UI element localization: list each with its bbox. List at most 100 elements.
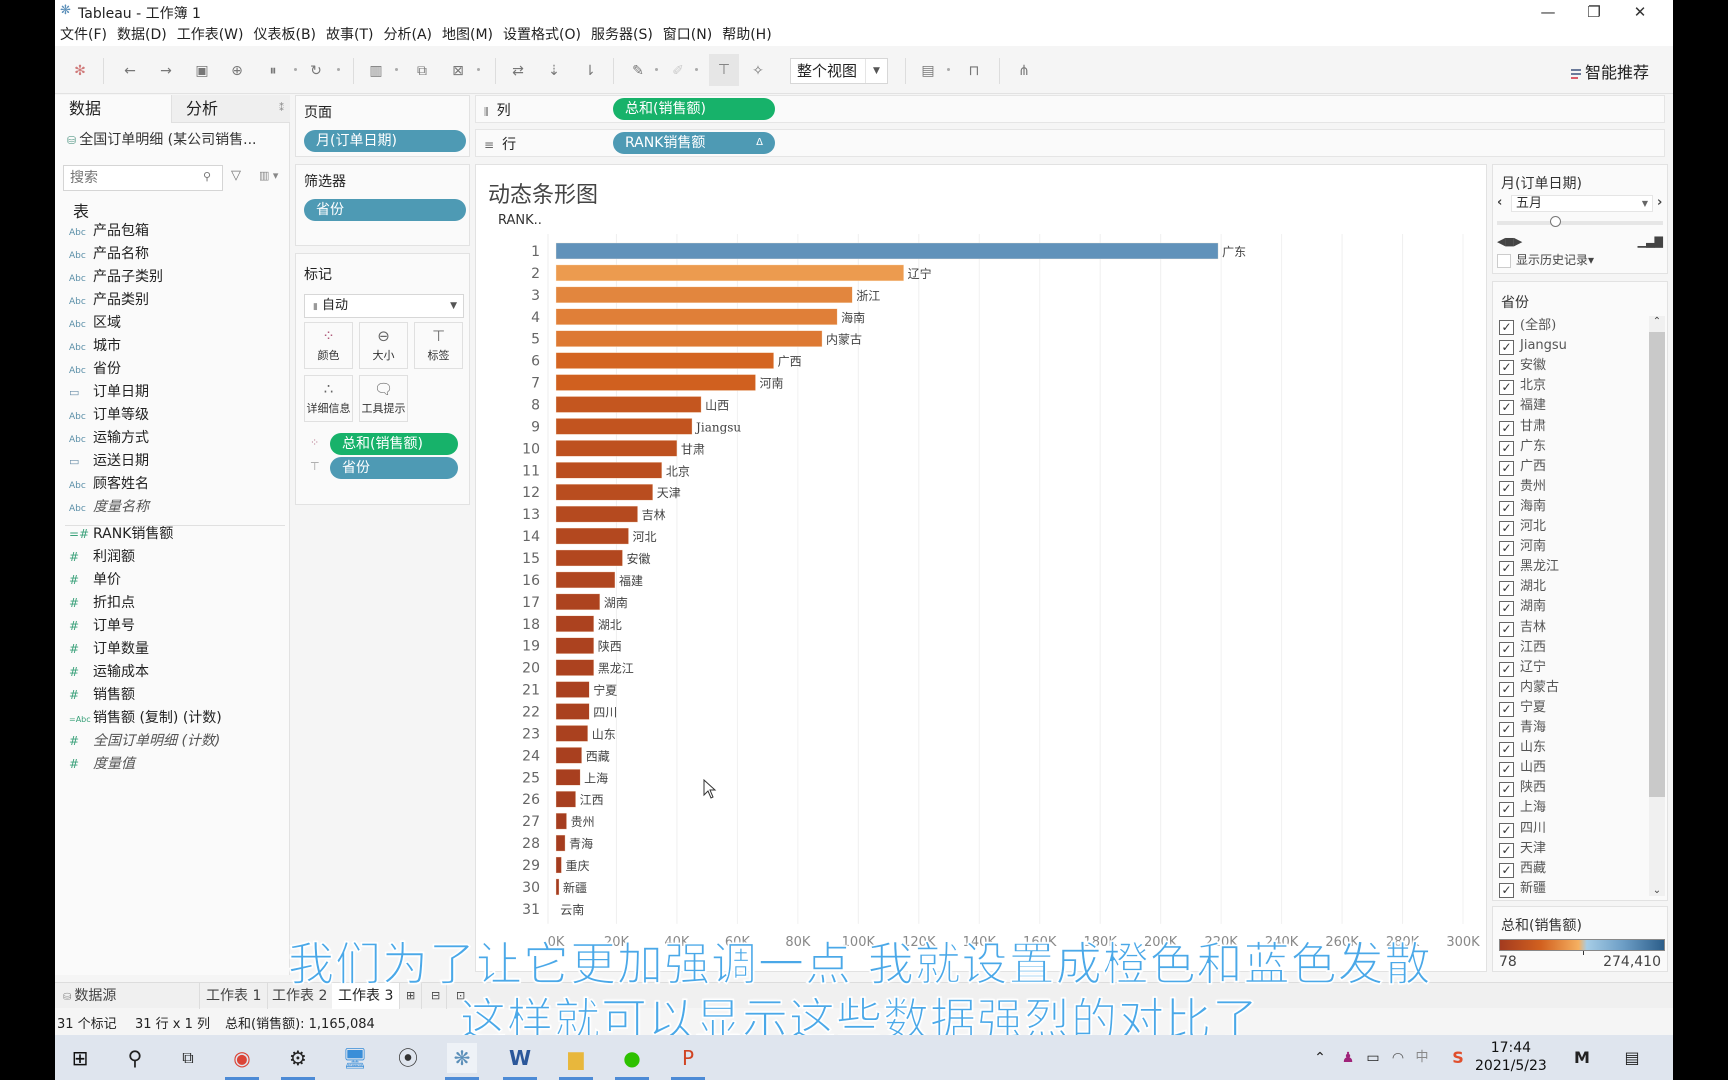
checkbox-checked-icon[interactable]: ✓ <box>1499 641 1514 657</box>
pages-pill[interactable]: 月(订单日期) <box>304 130 466 152</box>
tableau-logo-icon[interactable]: ✻ <box>69 60 91 82</box>
show-history-checkbox[interactable] <box>1497 253 1511 268</box>
sort-desc-icon[interactable]: ⇂ <box>579 60 601 82</box>
refresh-icon[interactable]: ↻ <box>305 60 327 82</box>
field-item[interactable]: ▭ 运送日期 <box>69 450 149 472</box>
month-dropdown[interactable]: 五月 ▼ <box>1511 195 1653 212</box>
dropdown-dot[interactable] <box>395 68 398 71</box>
menu-map[interactable]: 地图(M) <box>437 24 498 46</box>
checkbox-checked-icon[interactable]: ✓ <box>1499 862 1514 878</box>
smart-recommend-button[interactable]: 智能推荐 <box>1570 59 1649 83</box>
checkbox-checked-icon[interactable]: ✓ <box>1499 822 1514 838</box>
field-item[interactable]: Abc 产品类别 <box>69 289 149 311</box>
menu-analysis[interactable]: 分析(A) <box>379 24 438 46</box>
tab-analysis[interactable]: 分析 ⁑ <box>171 95 290 123</box>
menu-story[interactable]: 故事(T) <box>321 24 378 46</box>
field-item[interactable]: # 度量值 <box>69 753 135 775</box>
filter-option[interactable]: ✓ 上海 <box>1499 798 1546 818</box>
pane-menu-icon[interactable]: ⁑ <box>279 95 284 123</box>
tooltip-button[interactable]: 🗨 工具提示 <box>359 375 408 422</box>
checkbox-checked-icon[interactable]: ✓ <box>1499 440 1514 456</box>
clear-sheet-icon[interactable]: ⊠ <box>447 60 469 82</box>
menu-data[interactable]: 数据(D) <box>112 24 172 46</box>
filter-option[interactable]: ✓ 甘肃 <box>1499 417 1546 437</box>
filter-option[interactable]: ✓ 吉林 <box>1499 618 1546 638</box>
field-item[interactable]: # 利润额 <box>69 546 135 568</box>
maximize-button[interactable]: ❐ <box>1571 0 1617 24</box>
menu-file[interactable]: 文件(F) <box>55 24 112 46</box>
checkbox-checked-icon[interactable]: ✓ <box>1499 360 1514 376</box>
dropdown-dot[interactable] <box>294 68 297 71</box>
checkbox-checked-icon[interactable]: ✓ <box>1499 701 1514 717</box>
filter-option[interactable]: ✓ 安徽 <box>1499 356 1546 376</box>
checkbox-checked-icon[interactable]: ✓ <box>1499 380 1514 396</box>
filter-option[interactable]: ✓ 黑龙江 <box>1499 557 1559 577</box>
filter-option[interactable]: ✓ 内蒙古 <box>1499 678 1559 698</box>
save-icon[interactable]: ▣ <box>191 60 213 82</box>
powerpoint-icon[interactable]: P <box>673 1043 703 1073</box>
menu-help[interactable]: 帮助(H) <box>717 24 776 46</box>
word-icon[interactable]: W <box>505 1043 535 1073</box>
filter-option[interactable]: ✓ 北京 <box>1499 376 1546 396</box>
tab-data[interactable]: 数据 <box>55 95 171 123</box>
redo-icon[interactable]: → <box>155 60 177 82</box>
close-button[interactable]: ✕ <box>1617 0 1663 24</box>
scroll-up-icon[interactable]: ⌃ <box>1649 316 1665 327</box>
checkbox-checked-icon[interactable]: ✓ <box>1499 882 1514 898</box>
filter-option[interactable]: ✓ 湖北 <box>1499 577 1546 597</box>
checkbox-checked-icon[interactable]: ✓ <box>1499 420 1514 436</box>
view-fit-select[interactable]: 整个视图 ▼ <box>790 58 888 84</box>
checkbox-checked-icon[interactable]: ✓ <box>1499 480 1514 496</box>
notifications-icon[interactable]: ▤ <box>1617 1043 1647 1073</box>
sort-asc-icon[interactable]: ⇣ <box>543 60 565 82</box>
field-item[interactable]: ▭ 订单日期 <box>69 381 149 403</box>
checkbox-checked-icon[interactable]: ✓ <box>1499 742 1514 758</box>
columns-pill[interactable]: 总和(销售额) <box>613 98 775 120</box>
field-item[interactable]: =Abc 销售额 (复制) (计数) <box>69 707 222 729</box>
menu-worksheet[interactable]: 工作表(W) <box>172 24 249 46</box>
filter-option[interactable]: ✓ 四川 <box>1499 819 1546 839</box>
sogou-ime-icon[interactable]: S <box>1443 1043 1473 1073</box>
checkbox-checked-icon[interactable]: ✓ <box>1499 320 1514 335</box>
fix-axes-icon[interactable]: ✧ <box>747 60 769 82</box>
page-slider-knob[interactable] <box>1549 216 1561 227</box>
labels-icon[interactable]: ⊤ <box>709 54 739 86</box>
datasource-tab[interactable]: ⛁ 数据源 <box>55 983 200 1009</box>
mark-type-select[interactable]: ▮ 自动 ▼ <box>304 294 464 318</box>
label-pill[interactable]: 省份 <box>330 457 458 479</box>
filter-icon[interactable]: ▽ <box>231 168 241 183</box>
tableau-taskbar-icon[interactable]: ❋ <box>447 1043 477 1073</box>
dropdown-dot[interactable] <box>337 68 340 71</box>
checkbox-checked-icon[interactable]: ✓ <box>1499 500 1514 516</box>
filter-option[interactable]: ✓ 河南 <box>1499 537 1546 557</box>
checkbox-checked-icon[interactable]: ✓ <box>1499 581 1514 597</box>
filter-option[interactable]: ✓ 广东 <box>1499 437 1546 457</box>
dropdown-dot[interactable] <box>947 68 950 71</box>
menu-window[interactable]: 窗口(N) <box>658 24 717 46</box>
playback-controls[interactable]: ◀■▶ <box>1497 235 1522 248</box>
checkbox-checked-icon[interactable]: ✓ <box>1499 521 1514 536</box>
filter-option[interactable]: ✓ 青海 <box>1499 718 1546 738</box>
share-icon[interactable]: ⋔ <box>1013 60 1035 82</box>
datasource-item[interactable]: ⛁ 全国订单明细 (某公司销售... <box>67 129 256 149</box>
scroll-down-icon[interactable]: ⌄ <box>1649 885 1665 896</box>
filter-option[interactable]: ✓ 宁夏 <box>1499 698 1546 718</box>
checkbox-checked-icon[interactable]: ✓ <box>1499 802 1514 818</box>
tray-expand-icon[interactable]: ⌃ <box>1305 1043 1335 1073</box>
im-app-tray-icon[interactable]: M <box>1567 1043 1597 1073</box>
checkbox-checked-icon[interactable]: ✓ <box>1499 601 1514 617</box>
field-item[interactable]: Abc 度量名称 <box>69 496 149 518</box>
show-history-toggle[interactable]: 显示历史记录▾ <box>1497 251 1594 268</box>
filter-option[interactable]: ✓ 新疆 <box>1499 879 1546 899</box>
filter-option[interactable]: ✓ 山东 <box>1499 738 1546 758</box>
field-search-input[interactable] <box>63 165 223 191</box>
menu-server[interactable]: 服务器(S) <box>586 24 658 46</box>
checkbox-checked-icon[interactable]: ✓ <box>1499 661 1514 677</box>
rows-shelf[interactable]: ≡ 行 RANK销售额 Δ <box>475 129 1665 157</box>
duplicate-sheet-icon[interactable]: ⧉ <box>411 60 433 82</box>
size-button[interactable]: ⊖ 大小 <box>359 322 408 369</box>
checkbox-checked-icon[interactable]: ✓ <box>1499 541 1514 557</box>
search-icon[interactable]: ⚲ <box>120 1043 150 1073</box>
ime-indicator[interactable]: 中 <box>1407 1043 1437 1073</box>
wechat-icon[interactable]: ● <box>617 1043 647 1073</box>
